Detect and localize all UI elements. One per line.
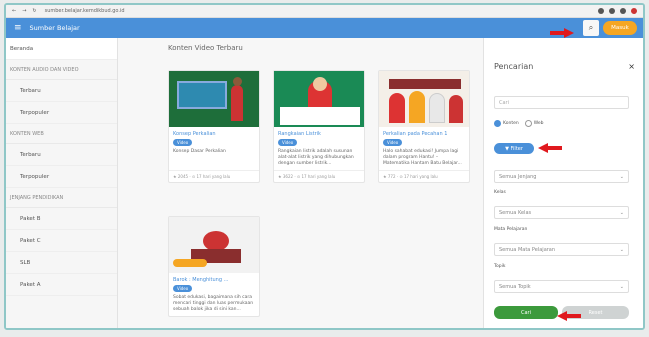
card-meta: ★ 3622 · ⊙ 17 hari yang lalu [274,170,364,182]
jenjang-value: Semua Jenjang [499,173,537,180]
sidebar: Beranda KONTEN AUDIO DAN VIDEO Terbaru T… [6,38,118,328]
sidebar-section-title: JENJANG PENDIDIKAN [6,188,117,208]
search-input[interactable]: Cari [494,96,629,109]
filter-button[interactable]: ▼ Filter [494,143,534,154]
card-description: Halo sahabat edukasi! Jumpa lagi dalam p… [383,149,462,166]
cari-button[interactable]: Cari [494,306,558,319]
radio-konten[interactable] [494,120,501,127]
video-card[interactable]: Perkalian pada Pecahan 1 Video Halo saha… [378,70,470,183]
video-badge: Video [173,139,193,146]
search-panel: Pencarian × Cari Konten Web ▼ Filter Sem… [483,38,643,328]
video-card[interactable]: Konsep Perkalian Video Konsep Dasar Perk… [168,70,260,183]
page-title: Konten Video Terbaru [168,44,243,52]
forward-icon[interactable]: → [22,8,26,14]
app-window: ← → ↻ sumber.belajar.kemdikbud.go.id ≡ S… [4,3,645,330]
card-description: Konsep Dasar Perkalian [173,149,226,154]
chevron-down-icon: ⌄ [619,283,624,290]
sidebar-item-av-terbaru[interactable]: Terbaru [6,80,117,102]
sidebar-section-title: KONTEN WEB [6,124,117,144]
search-button[interactable]: ⌕ [583,20,599,36]
main-content: Konten Video Terbaru Konsep Perkalian Vi… [118,38,483,328]
sidebar-item-slb[interactable]: SLB [6,252,117,274]
profile-icon[interactable] [631,8,637,14]
sidebar-section-title: KONTEN AUDIO DAN VIDEO [6,60,117,80]
kelas-value: Semua Kelas [499,209,532,216]
video-thumbnail[interactable] [379,71,469,127]
video-badge: Video [173,285,193,292]
mapel-label: Mata Pelajaran [494,227,528,232]
login-button[interactable]: Masuk [603,21,637,35]
browser-toolbar: ← → ↻ sumber.belajar.kemdikbud.go.id [6,5,643,18]
hamburger-icon[interactable]: ≡ [14,23,22,33]
kelas-label: Kelas [494,190,506,195]
video-thumbnail[interactable] [274,71,364,127]
card-description: Rangkaian listrik adalah susunan alat-al… [278,149,354,166]
kelas-select[interactable]: Semua Kelas ⌄ [494,206,629,219]
video-thumbnail[interactable] [169,217,259,273]
chevron-down-icon: ⌄ [619,246,624,253]
close-icon[interactable]: × [628,62,635,71]
filter-label: Filter [510,145,523,152]
app-title: Sumber Belajar [29,24,80,32]
topik-label: Topik [494,264,506,269]
sidebar-item-av-terpopuler[interactable]: Terpopuler [6,102,117,124]
radio-web-label: Web [533,121,544,126]
card-description: Sobat edukasi, bagaimana sih cara mencar… [173,295,254,312]
panel-title: Pencarian [494,62,534,71]
card-title[interactable]: Barok : Menghitung ... [169,273,259,285]
search-type-radios: Konten Web [494,120,544,127]
mapel-select[interactable]: Semua Mata Pelajaran ⌄ [494,243,629,256]
sidebar-item-paket-b[interactable]: Paket B [6,208,117,230]
app-bar: ≡ Sumber Belajar ⌕ Masuk [6,18,643,38]
extension-icon[interactable] [598,8,604,14]
reload-icon[interactable]: ↻ [32,8,36,14]
sidebar-item-paket-c[interactable]: Paket C [6,230,117,252]
annotation-arrow-icon [550,28,574,38]
browser-extensions [598,8,637,14]
card-title[interactable]: Perkalian pada Pecahan 1 [379,127,469,139]
annotation-arrow-icon [557,311,581,321]
jenjang-select[interactable]: Semua Jenjang ⌄ [494,170,629,183]
video-badge: Video [383,139,403,146]
radio-web[interactable] [524,120,532,127]
topik-select[interactable]: Semua Topik ⌄ [494,280,629,293]
sidebar-item-web-terpopuler[interactable]: Terpopuler [6,166,117,188]
sidebar-item-web-terbaru[interactable]: Terbaru [6,144,117,166]
browser-nav: ← → ↻ [12,8,37,14]
sidebar-item-paket-a[interactable]: Paket A [6,274,117,296]
chevron-down-icon: ⌄ [619,173,624,180]
video-card[interactable]: Barok : Menghitung ... Video Sobat eduka… [168,216,260,317]
extension-icon[interactable] [609,8,615,14]
card-time: 17 hari yang lalu [403,174,438,179]
view-count: 772 [387,174,396,179]
card-title[interactable]: Konsep Perkalian [169,127,259,139]
chevron-down-icon: ⌄ [619,209,624,216]
card-time: 17 hari yang lalu [301,174,336,179]
filter-icon: ▼ [505,145,509,152]
address-bar[interactable]: sumber.belajar.kemdikbud.go.id [45,8,598,14]
card-time: 17 hari yang lalu [196,174,231,179]
back-icon[interactable]: ← [12,8,16,14]
extension-icon[interactable] [620,8,626,14]
annotation-arrow-icon [538,143,562,153]
video-badge: Video [278,139,298,146]
card-meta: ★ 2045 · ⊙ 17 hari yang lalu [169,170,259,182]
sidebar-item-home[interactable]: Beranda [6,38,117,60]
video-card[interactable]: Rangkaian Listrik Video Rangkaian listri… [273,70,365,183]
video-thumbnail[interactable] [169,71,259,127]
radio-konten-label: Konten [503,121,519,126]
view-count: 2045 [177,174,189,179]
view-count: 3622 [282,174,294,179]
search-icon: ⌕ [588,23,594,32]
topik-value: Semua Topik [499,283,531,290]
card-meta: ★ 772 · ⊙ 17 hari yang lalu [379,170,469,182]
mapel-value: Semua Mata Pelajaran [499,246,556,253]
card-title[interactable]: Rangkaian Listrik [274,127,364,139]
